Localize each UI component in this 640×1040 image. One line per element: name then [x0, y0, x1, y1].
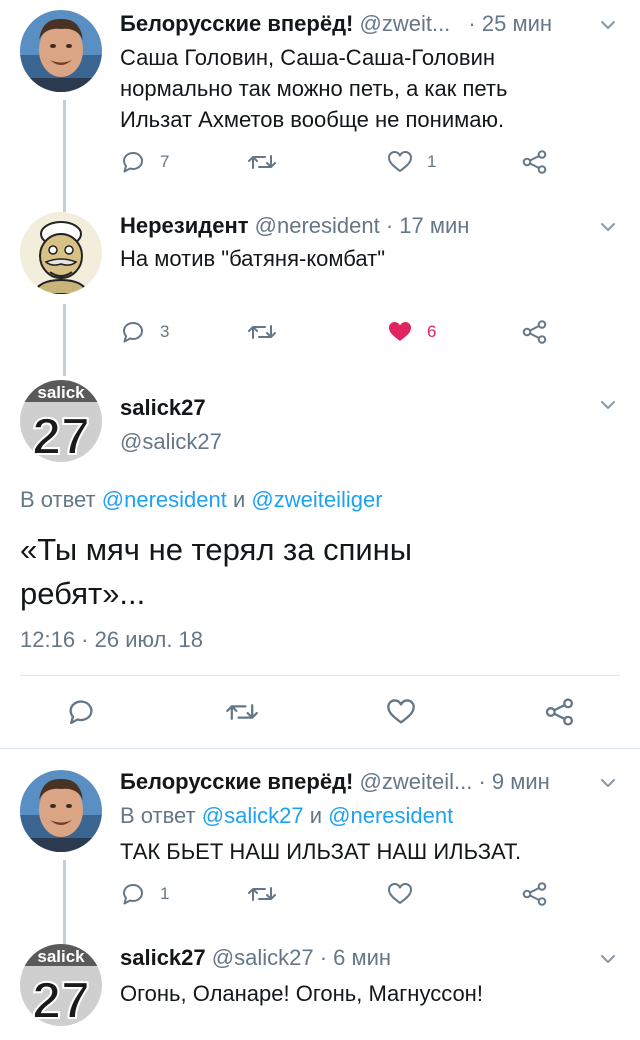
author-handle[interactable]: @zweiteil...	[360, 769, 473, 794]
tweet-text-line: Ильзат Ахметов вообще не понимаю.	[120, 107, 505, 132]
reply-icon	[120, 882, 146, 906]
tweet-time[interactable]: · 6 мин	[320, 945, 391, 970]
reply-icon	[66, 698, 96, 726]
reply-button[interactable]: 7	[120, 150, 169, 174]
share-icon	[545, 698, 575, 726]
tweet-text-line: ребят»...	[20, 576, 146, 611]
chevron-down-icon[interactable]	[600, 20, 616, 30]
avatar-number: 27	[32, 972, 90, 1026]
avatar[interactable]: salick 27	[20, 380, 102, 462]
tweet-time[interactable]: · 9 мин	[478, 769, 549, 794]
tweet-text: «Ты мяч не терял за спины ребят»...	[20, 528, 412, 616]
tweet-text: На мотив "батяня-комбат"	[120, 243, 385, 274]
tweet-header: Нерезидент @neresident · 17 мин	[120, 212, 469, 240]
tweet-text-line: Саша Головин, Саша-Саша-Головин	[120, 45, 496, 70]
retweet-icon	[247, 150, 277, 174]
thread-line	[63, 304, 66, 376]
share-button[interactable]	[522, 320, 548, 344]
mention-link[interactable]: @zweiteiliger	[251, 487, 382, 512]
chevron-down-icon[interactable]	[600, 778, 616, 788]
author-name[interactable]: Белорусские вперёд!	[120, 769, 353, 794]
reply-and: и	[309, 803, 323, 828]
reply-prefix: В ответ	[120, 803, 196, 828]
tweet-header: salick27 @salick27 · 6 мин	[120, 944, 391, 972]
like-button[interactable]	[387, 882, 413, 906]
reply-button[interactable]: 1	[120, 882, 169, 906]
tweet-text-line: «Ты мяч не терял за спины	[20, 532, 413, 567]
author-handle[interactable]: @salick27	[212, 945, 314, 970]
retweet-icon	[247, 882, 277, 906]
author-name[interactable]: Белорусские вперёд!	[120, 11, 353, 36]
tweet-text-line: нормально так можно петь, а как петь	[120, 76, 508, 101]
retweet-button[interactable]	[247, 150, 277, 174]
author-handle[interactable]: @salick27	[120, 428, 222, 456]
tweet-header: Белорусские вперёд! @zweit... · 25 мин	[120, 10, 552, 38]
chevron-down-icon[interactable]	[600, 954, 616, 964]
mention-link[interactable]: @salick27	[202, 803, 304, 828]
reply-count: 7	[160, 152, 170, 171]
like-count: 1	[427, 152, 437, 171]
reply-count: 1	[160, 884, 170, 903]
divider	[20, 675, 620, 676]
avatar-label: salick	[37, 383, 85, 402]
author-name[interactable]: Нерезидент	[120, 213, 249, 238]
share-icon	[522, 882, 548, 906]
reply-button[interactable]: 3	[120, 320, 169, 344]
like-button[interactable]	[386, 698, 416, 726]
reply-context: В ответ @salick27 и @neresident	[120, 802, 453, 830]
reply-and: и	[232, 487, 246, 512]
retweet-icon	[225, 698, 259, 726]
divider	[0, 748, 640, 749]
reply-button[interactable]	[66, 698, 96, 726]
tweet-header: Белорусские вперёд! @zweiteil... · 9 мин	[120, 768, 550, 796]
like-icon	[386, 698, 416, 726]
reply-icon	[120, 320, 146, 344]
retweet-icon	[247, 320, 277, 344]
mention-link[interactable]: @neresident	[102, 487, 227, 512]
tweet-text: ТАК БЬЕТ НАШ ИЛЬЗАТ НАШ ИЛЬЗАТ.	[120, 839, 522, 864]
tweet-timestamp[interactable]: 12:16 · 26 июл. 18	[20, 626, 203, 654]
reply-count: 3	[160, 322, 170, 341]
share-icon	[522, 150, 548, 174]
like-button[interactable]: 1	[387, 150, 436, 174]
like-count: 6	[427, 322, 437, 341]
reply-context: В ответ @neresident и @zweiteiliger	[20, 486, 383, 514]
like-icon	[387, 882, 413, 906]
thread-line	[63, 860, 66, 944]
avatar[interactable]	[20, 212, 102, 294]
avatar[interactable]	[20, 770, 102, 852]
avatar[interactable]: salick 27	[20, 944, 102, 1026]
share-icon	[522, 320, 548, 344]
avatar-label: salick	[37, 947, 85, 966]
retweet-button[interactable]	[247, 320, 277, 344]
tweet-time[interactable]: · 25 мин	[468, 11, 552, 36]
like-button[interactable]: 6	[387, 320, 436, 344]
share-button[interactable]	[522, 150, 548, 174]
retweet-button[interactable]	[247, 882, 277, 906]
retweet-button[interactable]	[225, 698, 259, 726]
chevron-down-icon[interactable]	[600, 222, 616, 232]
thread-line	[63, 100, 66, 212]
tweet-text-line: На мотив "батяня-комбат"	[120, 246, 386, 271]
author-handle[interactable]: @zweit...	[360, 11, 451, 36]
tweet-time[interactable]: · 17 мин	[386, 213, 470, 238]
tweet-text: Саша Головин, Саша-Саша-Головин нормальн…	[120, 42, 507, 135]
author-handle[interactable]: @neresident	[255, 213, 380, 238]
author-name[interactable]: salick27	[120, 394, 206, 422]
share-button[interactable]	[522, 882, 548, 906]
like-icon-filled	[387, 320, 413, 344]
tweet-thread: Белорусские вперёд! @zweit... · 25 мин С…	[0, 0, 640, 1040]
like-icon	[387, 150, 413, 174]
chevron-down-icon[interactable]	[600, 400, 616, 410]
reply-prefix: В ответ	[20, 487, 96, 512]
avatar[interactable]	[20, 10, 102, 92]
reply-icon	[120, 150, 146, 174]
avatar-number: 27	[32, 408, 90, 462]
author-name[interactable]: salick27	[120, 945, 206, 970]
mention-link[interactable]: @neresident	[328, 803, 453, 828]
tweet-text: Огонь, Оланаре! Огонь, Магнуссон!	[120, 981, 483, 1006]
share-button[interactable]	[545, 698, 575, 726]
